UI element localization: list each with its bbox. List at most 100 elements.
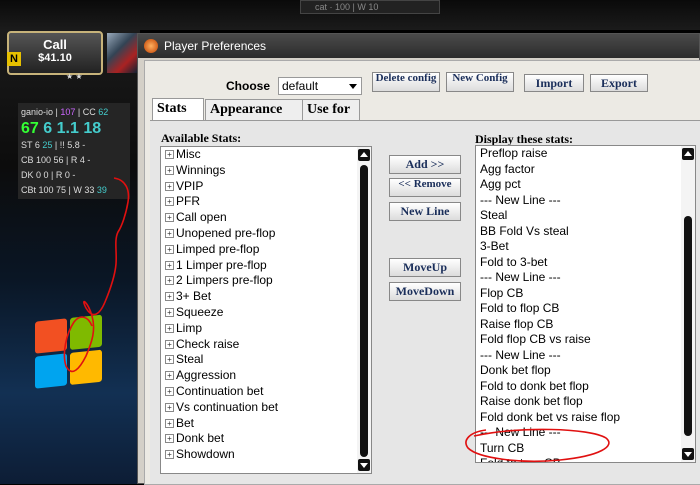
expand-plus-icon[interactable]: +: [165, 244, 174, 254]
expand-plus-icon[interactable]: +: [165, 307, 174, 317]
move-down-button[interactable]: MoveDown: [389, 282, 461, 301]
available-stat-item[interactable]: + Winnings: [161, 163, 371, 179]
expand-plus-icon[interactable]: +: [165, 355, 174, 365]
hud-line-4: CB 100 56 | R 4 -: [21, 155, 91, 165]
expand-plus-icon[interactable]: +: [165, 450, 174, 460]
expand-plus-icon[interactable]: +: [165, 418, 174, 428]
display-stat-item[interactable]: Preflop raise: [476, 146, 695, 162]
display-stat-item[interactable]: --- New Line ---: [476, 348, 695, 364]
scroll-up-icon[interactable]: [358, 149, 370, 161]
expand-plus-icon[interactable]: +: [165, 402, 174, 412]
expand-plus-icon[interactable]: +: [165, 386, 174, 396]
expand-plus-icon[interactable]: +: [165, 181, 174, 191]
display-stat-item[interactable]: Fold to 3-bet: [476, 255, 695, 271]
available-stat-item[interactable]: + Limp: [161, 321, 371, 337]
expand-plus-icon[interactable]: +: [165, 213, 174, 223]
available-stat-label: Unopened pre-flop: [176, 225, 276, 240]
call-amount: $41.10: [38, 52, 72, 64]
config-select[interactable]: default: [278, 77, 362, 95]
available-stats-list[interactable]: + Misc + Winnings + VPIP + PFR + Call open + Unopen…: [160, 146, 372, 474]
display-stat-item[interactable]: Fold donk bet vs raise flop: [476, 410, 695, 426]
display-stat-item[interactable]: Fold to donk bet flop: [476, 379, 695, 395]
add-button[interactable]: Add >>: [389, 155, 461, 174]
available-stat-item[interactable]: + Continuation bet: [161, 384, 371, 400]
available-stat-label: Vs continuation bet: [176, 399, 279, 414]
expand-plus-icon[interactable]: +: [165, 197, 174, 207]
remove-button[interactable]: << Remove: [389, 178, 461, 197]
available-stat-label: 1 Limper pre-flop: [176, 257, 267, 272]
display-stat-item[interactable]: Fold to flop CB: [476, 301, 695, 317]
hud-line-5: DK 0 0 | R 0 -: [21, 170, 76, 180]
expand-plus-icon[interactable]: +: [165, 276, 174, 286]
display-stat-item[interactable]: Steal: [476, 208, 695, 224]
display-stats-list[interactable]: Preflop raise Agg factor Agg pct --- New Li…: [475, 145, 696, 463]
new-line-button[interactable]: New Line: [389, 202, 461, 221]
expand-plus-icon[interactable]: +: [165, 150, 174, 159]
available-stat-item[interactable]: + Vs continuation bet: [161, 400, 371, 416]
available-stat-item[interactable]: + Check raise: [161, 337, 371, 353]
available-stat-label: Winnings: [176, 162, 226, 177]
delete-config-button[interactable]: Delete config: [372, 72, 440, 92]
display-stat-item[interactable]: Fold to turn CB: [476, 456, 695, 462]
available-stat-label: Showdown: [176, 447, 235, 462]
available-stats-items: + Misc + Winnings + VPIP + PFR + Call open + Unopen…: [161, 147, 371, 463]
available-stat-item[interactable]: + PFR: [161, 194, 371, 210]
scroll-up-icon[interactable]: [682, 148, 694, 160]
available-stat-item[interactable]: +1 Limper pre-flop: [161, 258, 371, 274]
tab-stats[interactable]: Stats: [152, 98, 204, 120]
display-stat-item[interactable]: 3-Bet: [476, 239, 695, 255]
scroll-thumb[interactable]: [360, 165, 368, 457]
display-stat-item[interactable]: Turn CB: [476, 441, 695, 457]
export-button[interactable]: Export: [590, 74, 648, 92]
dialog-titlebar[interactable]: Player Preferences: [138, 34, 699, 58]
display-stat-item[interactable]: Agg pct: [476, 177, 695, 193]
display-stat-item[interactable]: Fold flop CB vs raise: [476, 332, 695, 348]
available-stat-item[interactable]: + Unopened pre-flop: [161, 226, 371, 242]
display-stat-item[interactable]: Donk bet flop: [476, 363, 695, 379]
available-stat-item[interactable]: + Misc: [161, 147, 371, 163]
expand-plus-icon[interactable]: +: [165, 260, 174, 270]
available-stat-item[interactable]: + Steal: [161, 352, 371, 368]
display-stat-item[interactable]: Raise donk bet flop: [476, 394, 695, 410]
display-stat-item[interactable]: Raise flop CB: [476, 317, 695, 333]
display-stat-item[interactable]: --- New Line ---: [476, 270, 695, 286]
available-stat-item[interactable]: + Call open: [161, 210, 371, 226]
expand-plus-icon[interactable]: +: [165, 434, 174, 444]
expand-plus-icon[interactable]: +: [165, 165, 174, 175]
display-stat-item[interactable]: BB Fold Vs steal: [476, 224, 695, 240]
available-stat-label: Limped pre-flop: [176, 241, 260, 256]
scroll-down-icon[interactable]: [358, 459, 370, 471]
available-stat-item[interactable]: + VPIP: [161, 179, 371, 195]
scroll-thumb[interactable]: [684, 216, 692, 436]
scrollbar[interactable]: [681, 146, 695, 462]
available-stat-item[interactable]: + Bet: [161, 416, 371, 432]
available-stat-item[interactable]: + Showdown: [161, 447, 371, 463]
available-stat-label: 3+ Bet: [176, 289, 212, 304]
tab-appearance[interactable]: Appearance: [205, 99, 303, 120]
available-stat-item[interactable]: +3+ Bet: [161, 289, 371, 305]
expand-plus-icon[interactable]: +: [165, 228, 174, 238]
move-up-button[interactable]: MoveUp: [389, 258, 461, 277]
expand-plus-icon[interactable]: +: [165, 323, 174, 333]
expand-plus-icon[interactable]: +: [165, 292, 174, 302]
display-stat-item[interactable]: --- New Line ---: [476, 425, 695, 441]
available-stat-item[interactable]: + Aggression: [161, 368, 371, 384]
available-stat-item[interactable]: + Limped pre-flop: [161, 242, 371, 258]
import-button[interactable]: Import: [524, 74, 584, 92]
call-action-button[interactable]: Call $41.10: [7, 31, 103, 75]
scroll-down-icon[interactable]: [682, 448, 694, 460]
expand-plus-icon[interactable]: +: [165, 371, 174, 381]
available-stat-item[interactable]: + Squeeze: [161, 305, 371, 321]
new-config-button[interactable]: New Config: [446, 72, 514, 92]
display-stat-item[interactable]: Agg factor: [476, 162, 695, 178]
windows-logo-icon: [35, 314, 105, 391]
expand-plus-icon[interactable]: +: [165, 339, 174, 349]
scrollbar[interactable]: [357, 147, 371, 473]
display-stat-item[interactable]: Flop CB: [476, 286, 695, 302]
available-stat-label: Donk bet: [176, 431, 225, 446]
tab-use-for[interactable]: Use for: [302, 99, 360, 120]
display-stat-item[interactable]: --- New Line ---: [476, 193, 695, 209]
available-stat-item[interactable]: +2 Limpers pre-flop: [161, 273, 371, 289]
player-hud[interactable]: ganio-io | 107 | CC 62 67 6 1.1 18 ST 6 …: [18, 103, 130, 199]
available-stat-item[interactable]: + Donk bet: [161, 431, 371, 447]
